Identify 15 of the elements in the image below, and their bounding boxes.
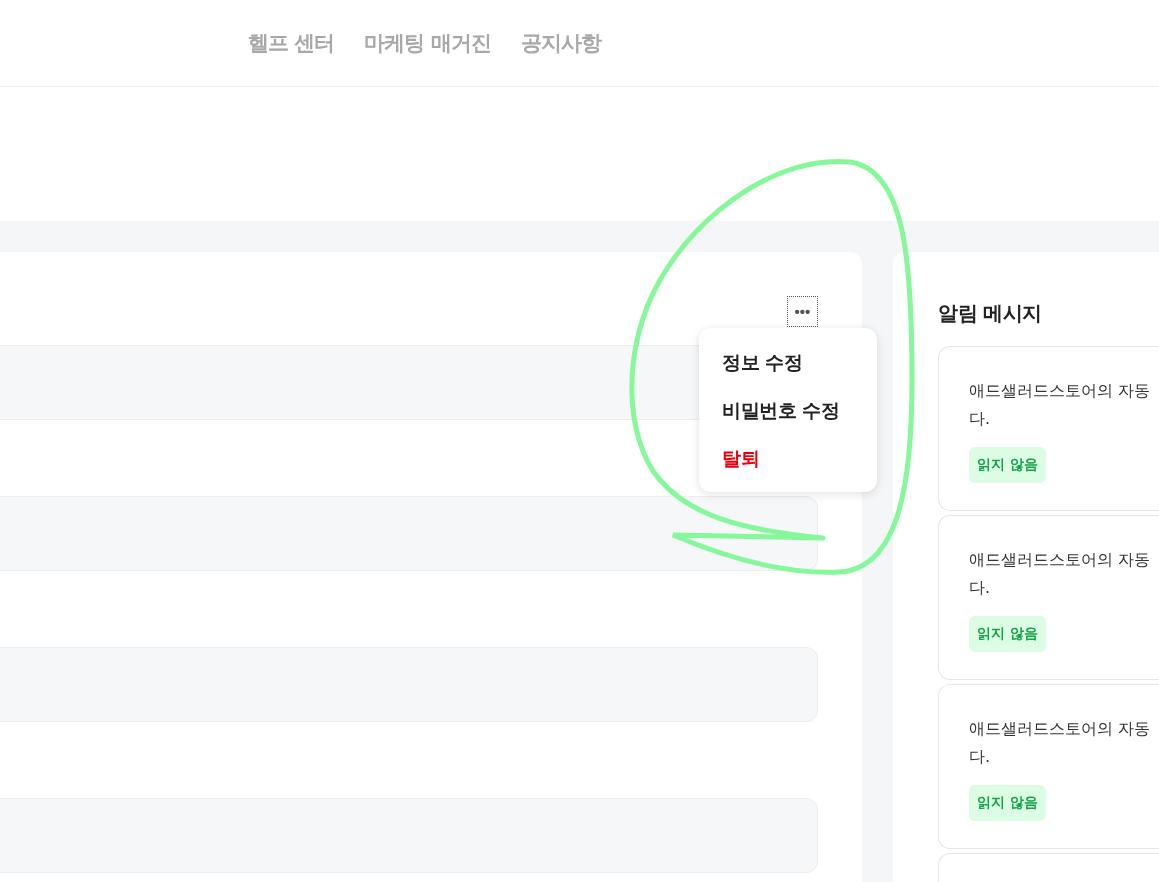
more-button[interactable]: ••• [787, 296, 818, 327]
menu-item[interactable]: 탈퇴 [722, 446, 877, 472]
notification-text: 애드샐러드스토어의 자동 다. [969, 380, 1152, 430]
panel-title: 알림 메시지 [938, 300, 1043, 327]
notification-text: 애드샐러드스토어의 자동 다. [969, 549, 1152, 599]
notification-card[interactable]: 애드샐러드스토어의 자동 다. 읽지 않음 [938, 346, 1159, 511]
menu-item[interactable]: 비밀번호 수정 [722, 398, 877, 424]
notification-card[interactable]: 애드샐러드스토어의 자동 다. 읽지 않음 [938, 515, 1159, 680]
status-badge: 읽지 않음 [969, 616, 1046, 652]
notification-card[interactable]: 애드샐러드스토어의 자동 다. 읽지 않음 [938, 684, 1159, 849]
notification-text: 애드샐러드스토어의 자동 다. [969, 718, 1152, 768]
input-field[interactable] [0, 496, 818, 571]
status-badge: 읽지 않음 [969, 447, 1046, 483]
menu-item[interactable]: 정보 수정 [722, 350, 877, 376]
status-badge: 읽지 않음 [969, 785, 1046, 821]
